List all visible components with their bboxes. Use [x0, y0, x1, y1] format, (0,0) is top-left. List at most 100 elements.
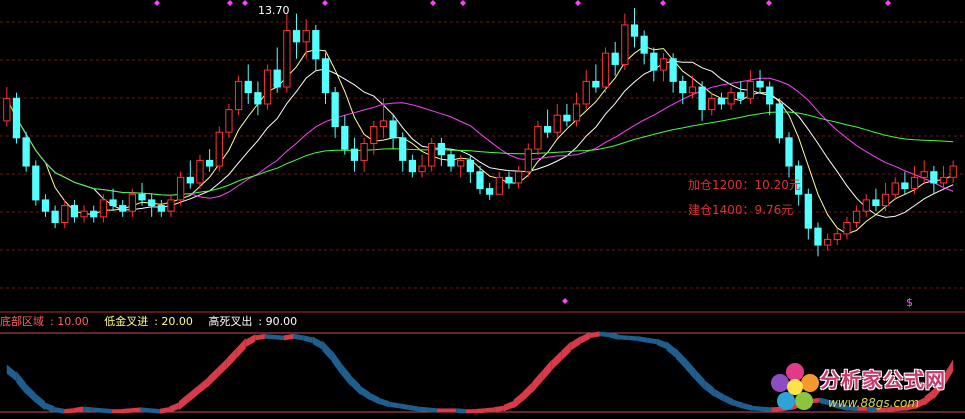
candle-up — [688, 86, 697, 94]
candle-down — [205, 159, 214, 167]
indicator-rising-band — [217, 358, 227, 378]
candle-down — [389, 120, 397, 139]
candlestick-series — [3, 8, 957, 257]
candle-down — [292, 30, 301, 43]
candle-up — [621, 24, 629, 65]
flower-logo-icon — [771, 363, 819, 410]
indicator-falling-band — [6, 364, 17, 382]
candle-up — [234, 80, 243, 111]
indicator-rising-band — [111, 409, 122, 414]
candle-down — [737, 92, 745, 99]
signal-marker — [460, 0, 466, 6]
candle-down — [543, 126, 552, 133]
stock-chart: 13.70 加仓1200：10.20元 建仓1400：9.76元 $ — [0, 0, 965, 414]
indicator-rising-band — [475, 408, 485, 414]
candle-down — [148, 199, 156, 207]
indicator-falling-band — [695, 369, 705, 390]
indicator-rising-band — [494, 405, 504, 413]
indicator-falling-band — [360, 386, 371, 401]
logo-url: www.88gs.com — [828, 396, 920, 410]
candle-down — [244, 80, 252, 94]
site-logo: 分析家公式网 www.88gs.com — [768, 360, 965, 419]
candle-down — [109, 199, 117, 207]
candle-up — [225, 109, 233, 133]
candle-down — [312, 30, 320, 60]
indicator-falling-band — [752, 405, 763, 412]
indicator-rising-band — [580, 332, 590, 344]
indicator-falling-band — [331, 349, 342, 376]
candle-down — [872, 199, 880, 207]
candle-down — [32, 165, 40, 201]
signal-marker — [430, 0, 436, 6]
indicator-falling-band — [704, 380, 715, 397]
signal-marker — [575, 0, 581, 6]
indicator-rising-band — [465, 409, 476, 414]
candle-up — [457, 159, 465, 167]
indicator-rising-band — [284, 333, 294, 341]
candle-down — [785, 137, 793, 167]
candle-up — [360, 142, 368, 161]
indicator-falling-band — [379, 398, 390, 408]
indicator-rising-band — [503, 400, 514, 412]
indicator-falling-band — [150, 408, 160, 414]
candle-up — [582, 80, 590, 105]
candle-down — [476, 171, 484, 190]
indicator-falling-band — [398, 403, 409, 410]
indicator-falling-band — [293, 333, 304, 341]
indicator-falling-band — [733, 399, 743, 409]
indicator-falling-band — [675, 348, 686, 369]
dollar-marker: $ — [906, 296, 913, 309]
indicator-falling-band — [599, 331, 610, 338]
indicator-rising-band — [570, 336, 581, 351]
price-grid — [0, 21, 965, 289]
indicator-rising-band — [436, 408, 447, 413]
candle-down — [70, 205, 79, 218]
candle-down — [775, 103, 783, 139]
candle-up — [939, 176, 948, 184]
indicator-rising-band — [532, 370, 543, 393]
build-position-annotation: 建仓1400：9.76元 — [688, 203, 793, 217]
candle-down — [679, 80, 687, 94]
candle-up — [823, 238, 832, 246]
indicator-falling-band — [666, 341, 676, 358]
indicator-rising-band — [188, 385, 198, 403]
indicator-rising-band — [245, 334, 256, 348]
candle-down — [399, 137, 407, 161]
candle-down — [698, 86, 706, 111]
candle-down — [650, 52, 658, 71]
candle-down — [901, 182, 909, 190]
indicator-falling-band — [274, 334, 285, 341]
indicator-falling-band — [341, 363, 351, 387]
candle-up — [3, 97, 11, 122]
candle-up — [283, 30, 291, 88]
candle-up — [949, 165, 957, 178]
indicator-rising-band — [542, 359, 552, 382]
candle-down — [630, 24, 639, 37]
candle-down — [41, 199, 50, 212]
candle-down — [12, 97, 21, 139]
signal-marker — [562, 298, 568, 304]
indicator-falling-band — [417, 406, 428, 412]
indicator-falling-band — [25, 383, 36, 403]
candle-down — [766, 86, 774, 105]
indicator-falling-band — [350, 375, 361, 396]
candle-up — [833, 233, 841, 240]
indicator-rising-band — [484, 407, 495, 413]
logo-name: 分析家公式网 — [820, 368, 946, 392]
candle-down — [186, 176, 194, 184]
indicator-falling-band — [714, 388, 724, 402]
candle-up — [514, 171, 523, 184]
indicator-falling-band — [656, 338, 667, 349]
candle-up — [177, 176, 185, 201]
candle-down — [341, 126, 349, 150]
candle-up — [196, 159, 204, 184]
signal-marker — [154, 0, 160, 6]
candle-down — [138, 193, 146, 201]
candle-up — [708, 97, 716, 111]
indicator-falling-band — [389, 401, 399, 409]
candle-down — [119, 205, 127, 212]
candle-up — [263, 69, 272, 105]
candle-up — [553, 114, 561, 133]
signal-marker — [242, 0, 248, 6]
indicator-falling-band — [92, 407, 103, 413]
